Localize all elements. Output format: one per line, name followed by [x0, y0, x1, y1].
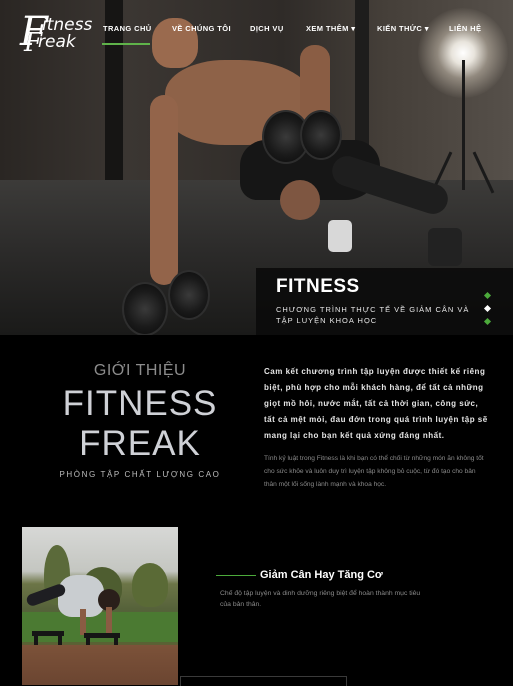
nav-active-indicator — [102, 43, 150, 45]
nav-item-kien-thuc[interactable]: KIẾN THỨC ▾ — [377, 24, 429, 33]
intro-paragraph-1: Cam kết chương trình tập luyện được thiế… — [264, 367, 488, 440]
slider-dot[interactable] — [483, 291, 492, 300]
intro-paragraph-2: Tính kỷ luật trong Fitness là khi bạn có… — [264, 455, 484, 488]
intro-text-block: Cam kết chương trình tập luyện được thiế… — [264, 364, 490, 491]
feature-image — [22, 527, 178, 685]
hero-caption-subtitle: CHƯƠNG TRÌNH THỰC TẾ VỀ GIẢM CÂN VÀ TẬP … — [276, 305, 470, 325]
logo-text-freak: reak — [38, 32, 76, 52]
nav-item-lien-he[interactable]: LIÊN HỆ — [449, 24, 481, 33]
top-navigation: F itness F reak TRANG CHỦ VỀ CHÚNG TÔI D… — [0, 0, 513, 60]
intro-title-line2: FREAK — [79, 424, 201, 463]
nav-item-xem-them[interactable]: XEM THÊM ▾ — [306, 24, 355, 33]
chevron-down-icon: ▾ — [424, 24, 429, 33]
hero-caption: FITNESS CHƯƠNG TRÌNH THỰC TẾ VỀ GIẢM CÂN… — [256, 268, 513, 335]
intro-title-line1: FITNESS — [62, 384, 218, 423]
nav-item-ve-chung-toi[interactable]: VỀ CHÚNG TÔI — [172, 24, 231, 33]
intro-tagline: PHÒNG TẬP CHẤT LƯỢNG CAO — [59, 470, 221, 479]
feature-title-accent-line — [216, 575, 256, 576]
hero-caption-title: FITNESS — [276, 276, 360, 297]
feature-description: Chế độ tập luyện và dinh dưỡng riêng biệ… — [220, 590, 421, 608]
intro-kicker: GIỚI THIỆU — [93, 362, 187, 379]
nav-item-dich-vu[interactable]: DỊCH VỤ — [250, 24, 284, 33]
feature-title[interactable]: Giảm Cân Hay Tăng Cơ — [260, 569, 383, 581]
intro-heading-block: GIỚI THIỆU FITNESS FREAK PHÒNG TẬP CHẤT … — [40, 362, 240, 479]
chevron-down-icon: ▾ — [351, 24, 356, 33]
nav-item-trang-chu[interactable]: TRANG CHỦ — [103, 24, 152, 33]
